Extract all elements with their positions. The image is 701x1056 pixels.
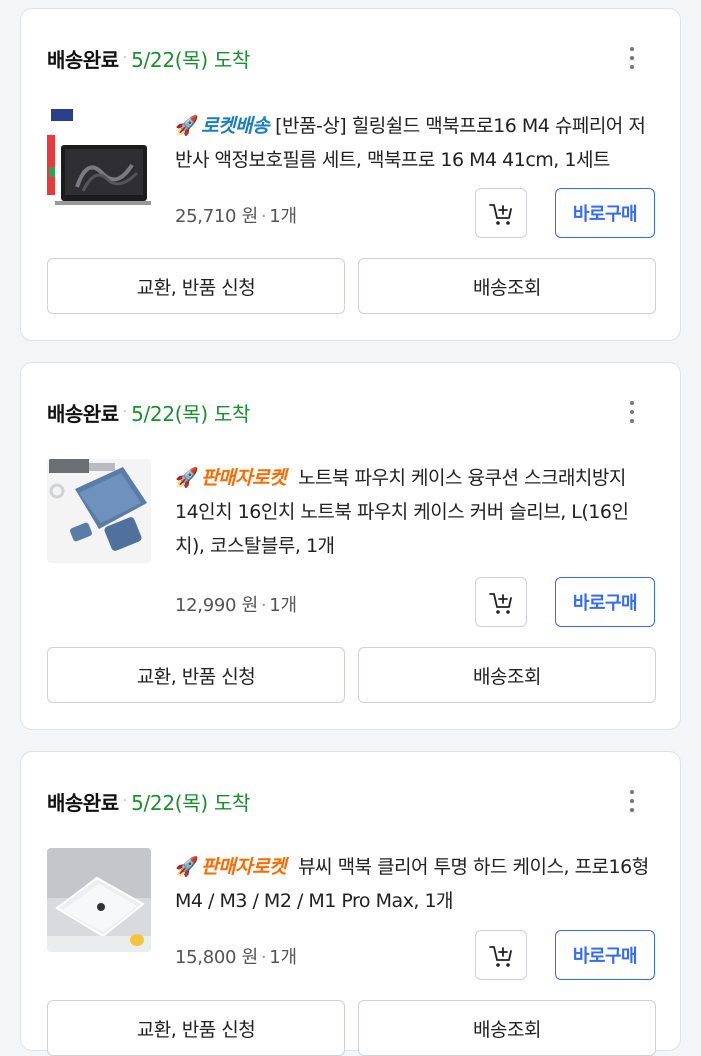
rocket-icon: 🚀 [175, 115, 199, 137]
add-to-cart-icon [489, 946, 512, 967]
rocket-delivery-badge: 🚀 로켓배송 [175, 115, 270, 137]
product-thumbnail[interactable] [47, 459, 151, 563]
add-to-cart-button[interactable] [475, 577, 527, 627]
add-to-cart-button[interactable] [475, 930, 527, 980]
delivery-status-row: 배송완료 · 5/22(목) 도착 [47, 43, 250, 73]
arrival-date: 5/22(목) 도착 [131, 790, 251, 815]
add-to-cart-icon [489, 204, 512, 225]
product-price: 12,990 원 [175, 595, 258, 616]
badge-label: 판매자로켓 [201, 467, 287, 489]
seller-rocket-badge: 🚀 판매자로켓 [175, 856, 287, 878]
track-delivery-button[interactable]: 배송조회 [358, 258, 656, 314]
exchange-return-button[interactable]: 교환, 반품 신청 [47, 258, 345, 314]
product-price: 25,710 원 [175, 206, 258, 227]
delivery-status-row: 배송완료 · 5/22(목) 도착 [47, 786, 250, 816]
separator-dot: · [122, 50, 128, 66]
product-quantity: 1개 [269, 595, 297, 616]
delivery-status: 배송완료 [47, 401, 119, 426]
product-quantity: 1개 [269, 206, 297, 227]
product-thumbnail[interactable] [47, 107, 151, 211]
track-delivery-button[interactable]: 배송조회 [358, 647, 656, 703]
buy-now-button[interactable]: 바로구매 [555, 577, 655, 627]
product-quantity: 1개 [269, 947, 297, 968]
order-card: 배송완료 · 5/22(목) 도착 🚀 로켓배송 [반품-상] 힐링쉴드 맥북프로1… [20, 8, 681, 341]
separator-dot: · [260, 206, 267, 227]
order-card: 배송완료 · 5/22(목) 도착 🚀 판매자로켓 노트북 파우치 케이스 융쿠션 … [20, 362, 681, 730]
buy-now-button[interactable]: 바로구매 [555, 188, 655, 238]
separator-dot: · [122, 793, 128, 809]
delivery-status: 배송완료 [47, 790, 119, 815]
price-quantity: 25,710 원 · 1개 [175, 202, 297, 228]
add-to-cart-icon [489, 593, 512, 614]
separator-dot: · [122, 404, 128, 420]
more-options-icon[interactable] [620, 397, 644, 427]
delivery-status-row: 배송완료 · 5/22(목) 도착 [47, 397, 250, 427]
separator-dot: · [260, 947, 267, 968]
rocket-icon: 🚀 [175, 467, 199, 489]
exchange-return-button[interactable]: 교환, 반품 신청 [47, 647, 345, 703]
rocket-icon: 🚀 [175, 856, 199, 878]
price-quantity: 12,990 원 · 1개 [175, 591, 297, 617]
buy-now-button[interactable]: 바로구매 [555, 930, 655, 980]
more-options-icon[interactable] [620, 43, 644, 73]
product-thumbnail[interactable] [47, 848, 151, 952]
add-to-cart-button[interactable] [475, 188, 527, 238]
price-quantity: 15,800 원 · 1개 [175, 943, 297, 969]
arrival-date: 5/22(목) 도착 [131, 401, 251, 426]
product-info[interactable]: 🚀 판매자로켓 노트북 파우치 케이스 융쿠션 스크래치방지 14인치 16인치 노… [175, 461, 654, 563]
more-options-icon[interactable] [620, 786, 644, 816]
product-info[interactable]: 🚀 로켓배송 [반품-상] 힐링쉴드 맥북프로16 M4 슈페리어 저반사 액정보호… [175, 109, 654, 177]
track-delivery-button[interactable]: 배송조회 [358, 1000, 656, 1056]
separator-dot: · [260, 595, 267, 616]
order-card: 배송완료 · 5/22(목) 도착 🚀 판매자로켓 뷰씨 맥북 클리어 투명 하드 … [20, 751, 681, 1056]
delivery-status: 배송완료 [47, 47, 119, 72]
badge-label: 로켓배송 [201, 115, 270, 137]
product-price: 15,800 원 [175, 947, 258, 968]
badge-label: 판매자로켓 [201, 856, 287, 878]
exchange-return-button[interactable]: 교환, 반품 신청 [47, 1000, 345, 1056]
product-info[interactable]: 🚀 판매자로켓 뷰씨 맥북 클리어 투명 하드 케이스, 프로16형 M4 / M3… [175, 850, 654, 918]
arrival-date: 5/22(목) 도착 [131, 47, 251, 72]
seller-rocket-badge: 🚀 판매자로켓 [175, 467, 287, 489]
